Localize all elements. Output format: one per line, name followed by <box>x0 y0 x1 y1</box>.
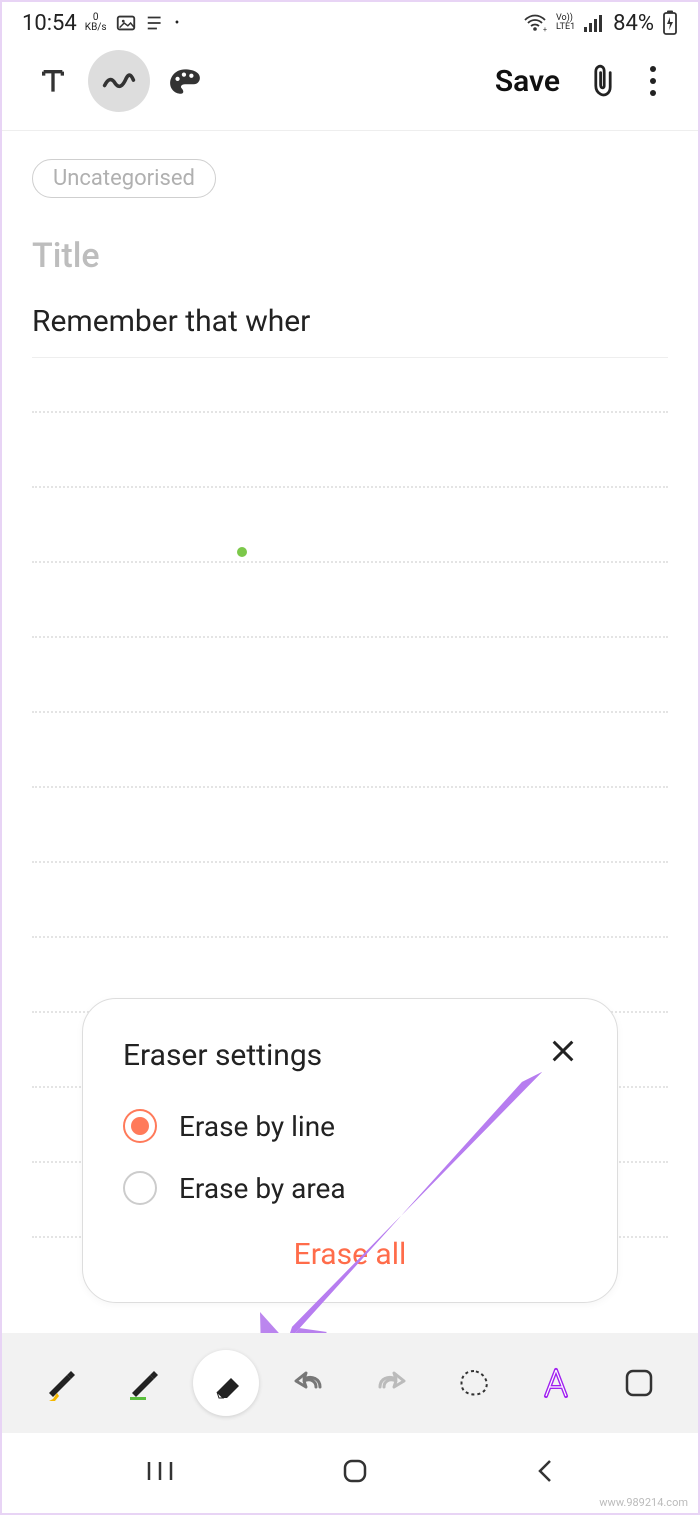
watermark-text: www.989214.com <box>599 1496 688 1509</box>
wifi-icon: + <box>522 13 548 33</box>
text-tool-button[interactable] <box>22 50 84 112</box>
recents-nav-button[interactable] <box>145 1459 175 1487</box>
image-icon <box>115 12 137 34</box>
drawing-tool-bar <box>2 1333 698 1433</box>
status-time: 10:54 <box>22 11 77 36</box>
signal-icon <box>583 13 605 33</box>
network-speed-icon: 0 KB/s <box>85 13 107 33</box>
ink-dot <box>237 547 247 557</box>
attachment-button[interactable] <box>578 63 628 99</box>
dot-icon: • <box>175 15 180 31</box>
battery-icon <box>662 10 678 36</box>
close-icon[interactable] <box>549 1037 577 1073</box>
app-icon <box>145 13 167 33</box>
undo-button[interactable] <box>276 1350 342 1416</box>
eraser-tool[interactable] <box>193 1350 259 1416</box>
option-label: Erase by area <box>179 1172 346 1205</box>
redo-button[interactable] <box>358 1350 424 1416</box>
text-style-tool[interactable] <box>523 1350 589 1416</box>
erase-by-line-option[interactable]: Erase by line <box>123 1109 577 1143</box>
home-nav-button[interactable] <box>340 1456 370 1490</box>
editor-top-toolbar: Save <box>2 40 698 131</box>
popup-title: Eraser settings <box>123 1038 322 1073</box>
svg-text:+: + <box>543 26 547 33</box>
radio-selected-icon <box>123 1109 157 1143</box>
battery-text: 84% <box>613 11 654 36</box>
palette-button[interactable] <box>154 50 216 112</box>
option-label: Erase by line <box>179 1110 335 1143</box>
pen-tool-button[interactable] <box>88 50 150 112</box>
erase-all-button[interactable]: Erase all <box>123 1237 577 1272</box>
erase-by-area-option[interactable]: Erase by area <box>123 1171 577 1205</box>
highlighter-tool[interactable] <box>111 1350 177 1416</box>
radio-unselected-icon <box>123 1171 157 1205</box>
favorite-pen-tool[interactable] <box>28 1350 94 1416</box>
note-body-text[interactable]: Remember that wher <box>32 304 668 358</box>
shape-box-tool[interactable] <box>606 1350 672 1416</box>
status-bar: 10:54 0 KB/s • + Vo))LTE1 84% <box>2 2 698 40</box>
lasso-select-tool[interactable] <box>441 1350 507 1416</box>
category-chip[interactable]: Uncategorised <box>32 159 216 198</box>
system-nav-bar <box>2 1433 698 1513</box>
more-options-button[interactable] <box>628 65 678 97</box>
back-nav-button[interactable] <box>535 1457 555 1489</box>
eraser-settings-popup: Eraser settings Erase by line Erase by a… <box>82 998 618 1303</box>
volte-indicator: Vo))LTE1 <box>556 14 575 32</box>
title-input[interactable]: Title <box>32 236 668 276</box>
save-button[interactable]: Save <box>477 64 578 99</box>
